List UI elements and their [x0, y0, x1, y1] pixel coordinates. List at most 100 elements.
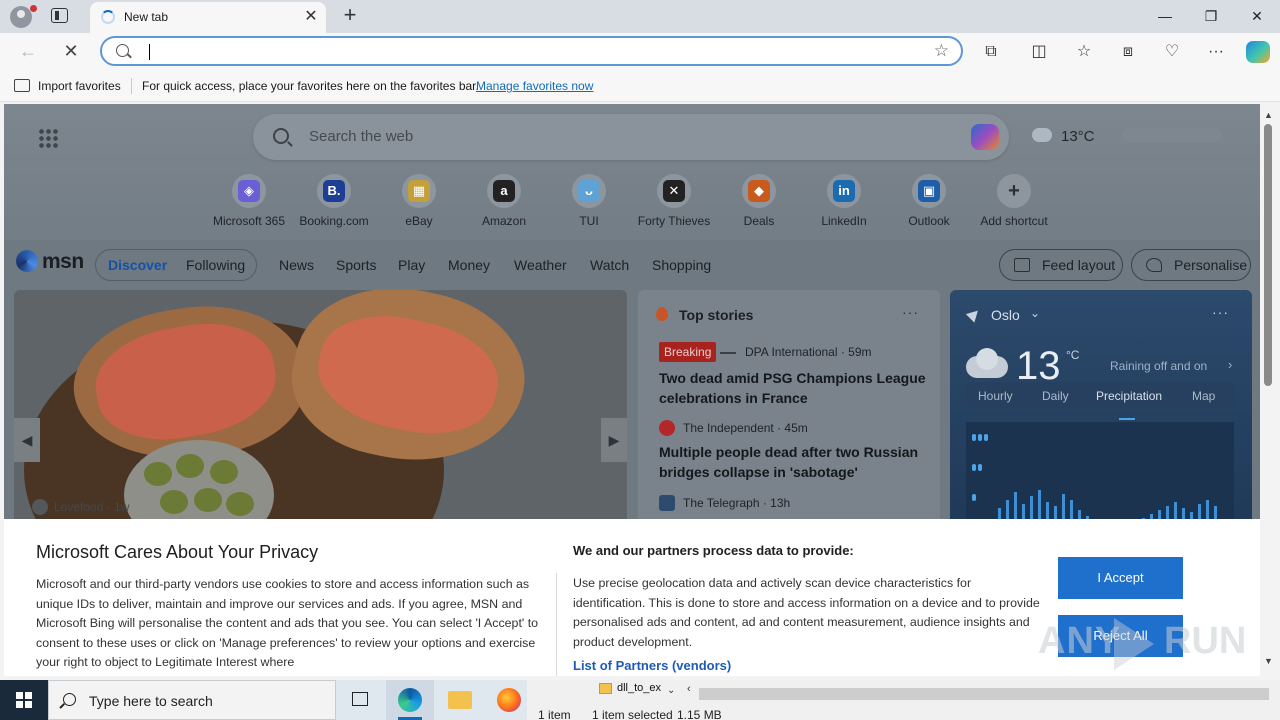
accept-button[interactable]: I Accept — [1058, 557, 1183, 599]
hero-source: Lovefood · 1w — [54, 500, 130, 514]
explorer-window-fragment: dll_to_ex ⌄ ‹ 1 item 1 item selected 1.1… — [527, 680, 1280, 720]
windows-logo-icon — [16, 692, 32, 708]
restore-button[interactable]: ❐ — [1196, 5, 1226, 27]
firefox-taskbar-button[interactable] — [485, 680, 533, 720]
shortcut-icon-bg: a — [487, 174, 521, 208]
shortcut-tile[interactable]: ▦ eBay — [379, 174, 459, 232]
hero-card[interactable]: ◀ ▶ Lovefood · 1w — [14, 290, 627, 530]
minimize-button[interactable]: — — [1150, 5, 1180, 27]
shortcut-tile[interactable]: + Add shortcut — [974, 174, 1054, 232]
shortcut-tile[interactable]: ▣ Outlook — [889, 174, 969, 232]
weather-location[interactable]: Oslo — [991, 307, 1020, 323]
manage-favorites-link[interactable]: Manage favorites now — [476, 79, 593, 93]
scroll-left-icon[interactable]: ‹ — [687, 683, 691, 695]
split-screen-icon[interactable]: ◫ — [1026, 40, 1052, 64]
start-button[interactable] — [0, 680, 48, 720]
shortcut-logo-icon: B. — [323, 180, 345, 202]
address-bar[interactable]: ☆ — [100, 36, 963, 66]
play-icon — [1114, 618, 1154, 670]
weather-tab-daily[interactable]: Daily — [1042, 389, 1069, 403]
new-tab-button[interactable]: + — [338, 3, 362, 29]
favorites-icon[interactable]: ☆ — [1071, 40, 1097, 64]
tab-new-tab[interactable]: New tab ✕ — [90, 2, 326, 33]
browser-essentials-icon[interactable]: ♡ — [1159, 40, 1185, 64]
hero-source-icon — [32, 499, 48, 515]
hero-prev-button[interactable]: ◀ — [14, 418, 40, 462]
tab-money[interactable]: Money — [448, 257, 490, 273]
weather-tab-map[interactable]: Map — [1192, 389, 1215, 403]
favorite-star-icon[interactable]: ☆ — [934, 41, 949, 61]
privacy-title: Microsoft Cares About Your Privacy — [36, 542, 319, 562]
status-size: 1.15 MB — [677, 708, 722, 720]
collections-icon[interactable]: ⧈ — [1115, 40, 1141, 64]
more-options-icon[interactable]: ··· — [1212, 304, 1229, 320]
msn-logo[interactable]: msn — [42, 250, 84, 274]
shortcut-tile[interactable]: ᴗ TUI — [549, 174, 629, 232]
tab-play[interactable]: Play — [398, 257, 425, 273]
explorer-item-name[interactable]: dll_to_ex — [617, 682, 661, 694]
close-window-button[interactable]: ✕ — [1242, 5, 1272, 27]
partners-link[interactable]: List of Partners (vendors) — [573, 658, 731, 673]
tab-weather[interactable]: Weather — [514, 257, 567, 273]
profile-avatar-icon[interactable] — [10, 6, 32, 28]
weather-tab-precipitation[interactable]: Precipitation — [1096, 389, 1162, 403]
taskbar-search[interactable]: Type here to search — [48, 680, 336, 720]
stop-loading-button[interactable]: ✕ — [57, 38, 85, 64]
extensions-icon[interactable]: ⧉ — [978, 40, 1004, 64]
story-headline[interactable]: Two dead amid PSG Champions League celeb… — [659, 368, 929, 408]
copilot-icon[interactable] — [1246, 41, 1270, 63]
shortcut-tile[interactable]: ◆ Deals — [719, 174, 799, 232]
tab-actions-icon[interactable] — [51, 8, 68, 23]
chevron-right-icon[interactable]: › — [1228, 357, 1232, 372]
horizontal-scrollbar[interactable] — [699, 688, 1269, 700]
feed-layout-label: Feed layout — [1042, 257, 1116, 273]
shortcut-logo-icon: ✕ — [663, 180, 685, 202]
folder-icon — [448, 691, 472, 709]
shortcut-tile[interactable]: in LinkedIn — [804, 174, 884, 232]
shortcut-icon-bg: in — [827, 174, 861, 208]
shortcut-tile[interactable]: a Amazon — [464, 174, 544, 232]
back-button[interactable]: ← — [14, 38, 42, 64]
tab-title: New tab — [124, 10, 169, 24]
shortcut-tile[interactable]: ◈ Microsoft 365 — [209, 174, 289, 232]
chevron-down-icon[interactable]: ⌄ — [1030, 306, 1040, 320]
web-search-box[interactable]: Search the web — [253, 114, 1009, 160]
shortcut-tile[interactable]: B. Booking.com — [294, 174, 374, 232]
import-favorites-button[interactable]: Import favorites — [38, 79, 121, 93]
tab-sports[interactable]: Sports — [336, 257, 376, 273]
rain-cloud-icon — [966, 348, 1008, 380]
scroll-down-icon[interactable]: ▼ — [1264, 656, 1273, 666]
status-selected: 1 item selected — [592, 708, 673, 720]
header-weather-temp[interactable]: 13°C — [1061, 128, 1095, 145]
tab-news[interactable]: News — [279, 257, 314, 273]
more-options-icon[interactable]: ··· — [902, 304, 919, 320]
msn-logo-icon[interactable] — [16, 250, 38, 272]
feed-layout-button[interactable]: Feed layout — [999, 249, 1123, 281]
tab-following[interactable]: Following — [186, 257, 245, 273]
weather-tab-hourly[interactable]: Hourly — [978, 389, 1013, 403]
hero-next-button[interactable]: ▶ — [601, 418, 627, 462]
text-caret — [149, 44, 150, 60]
chevron-down-icon[interactable]: ⌄ — [667, 685, 675, 696]
edge-taskbar-button[interactable] — [386, 680, 434, 720]
file-explorer-taskbar-button[interactable] — [436, 680, 484, 720]
copilot-search-icon[interactable] — [971, 124, 999, 150]
story-headline[interactable]: Multiple people dead after two Russian b… — [659, 442, 929, 482]
page-scrollbar[interactable]: ▲ ▼ — [1260, 104, 1278, 676]
shortcut-tile[interactable]: ✕ Forty Thieves — [634, 174, 714, 232]
shortcut-logo-icon: ▦ — [408, 180, 430, 202]
shortcut-label: eBay — [405, 214, 433, 228]
personalise-button[interactable]: Personalise — [1131, 249, 1251, 281]
tab-shopping[interactable]: Shopping — [652, 257, 711, 273]
scroll-thumb[interactable] — [1264, 124, 1272, 386]
weather-cloud-icon — [1028, 126, 1054, 144]
apps-launcher-icon[interactable] — [38, 128, 58, 148]
settings-more-icon[interactable]: ··· — [1203, 40, 1229, 64]
task-view-button[interactable] — [336, 680, 384, 720]
shortcut-label: Amazon — [481, 214, 527, 228]
weather-description[interactable]: Raining off and on — [1110, 359, 1207, 373]
tab-watch[interactable]: Watch — [590, 257, 629, 273]
tab-discover[interactable]: Discover — [108, 257, 167, 273]
tab-close-icon[interactable]: ✕ — [301, 7, 321, 27]
scroll-up-icon[interactable]: ▲ — [1264, 110, 1273, 120]
